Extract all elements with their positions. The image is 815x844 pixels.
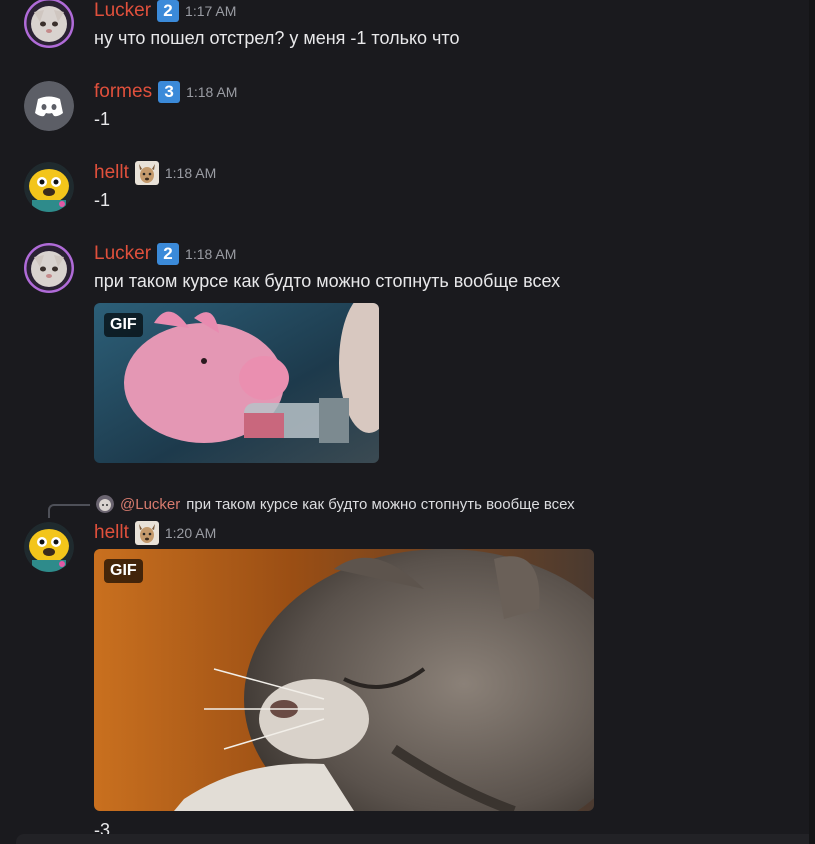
reply-text: при таком курсе как будто можно стопнуть…: [186, 495, 575, 513]
message-composer[interactable]: [16, 834, 815, 844]
avatar[interactable]: [24, 522, 74, 572]
timestamp: 1:20 AM: [164, 525, 217, 541]
avatar[interactable]: [24, 162, 74, 212]
username[interactable]: hellt: [94, 522, 129, 544]
timestamp: 1:18 AM: [185, 246, 237, 262]
reply-connector: [48, 504, 90, 518]
reply-avatar: [96, 495, 114, 513]
message-text: при таком курсе как будто можно стопнуть…: [94, 271, 561, 291]
reply-mention[interactable]: @Lucker: [120, 496, 180, 513]
gif-attachment[interactable]: GIF: [94, 549, 594, 811]
deer-icon: [134, 521, 159, 545]
username[interactable]: formes: [94, 81, 152, 103]
cat-gif: [94, 549, 594, 811]
deer-icon: [134, 161, 159, 185]
level-badge: 2: [157, 0, 180, 22]
username[interactable]: Lucker: [94, 243, 151, 265]
message-text: -1: [94, 109, 111, 129]
timestamp: 1:17 AM: [185, 3, 237, 19]
username[interactable]: hellt: [94, 162, 129, 184]
gif-label: GIF: [104, 559, 143, 583]
timestamp: 1:18 AM: [164, 165, 217, 181]
gif-attachment[interactable]: GIF: [94, 303, 379, 463]
message-text: ну что пошел отстрел? у меня -1 только ч…: [94, 28, 460, 48]
message-text: -1: [94, 190, 111, 210]
level-badge: 2: [157, 243, 180, 265]
level-badge: 3: [158, 81, 181, 103]
username[interactable]: Lucker: [94, 0, 151, 22]
scrollbar-track[interactable]: [809, 0, 815, 844]
chat-area: Lucker 2 1:17 AM ну что пошел отстрел? у…: [0, 0, 815, 844]
timestamp: 1:18 AM: [186, 84, 238, 100]
avatar[interactable]: [24, 81, 74, 131]
avatar[interactable]: [24, 243, 74, 293]
avatar[interactable]: [24, 0, 74, 48]
gif-label: GIF: [104, 313, 143, 337]
reply-preview[interactable]: @Lucker при таком курсе как будто можно …: [48, 492, 575, 518]
